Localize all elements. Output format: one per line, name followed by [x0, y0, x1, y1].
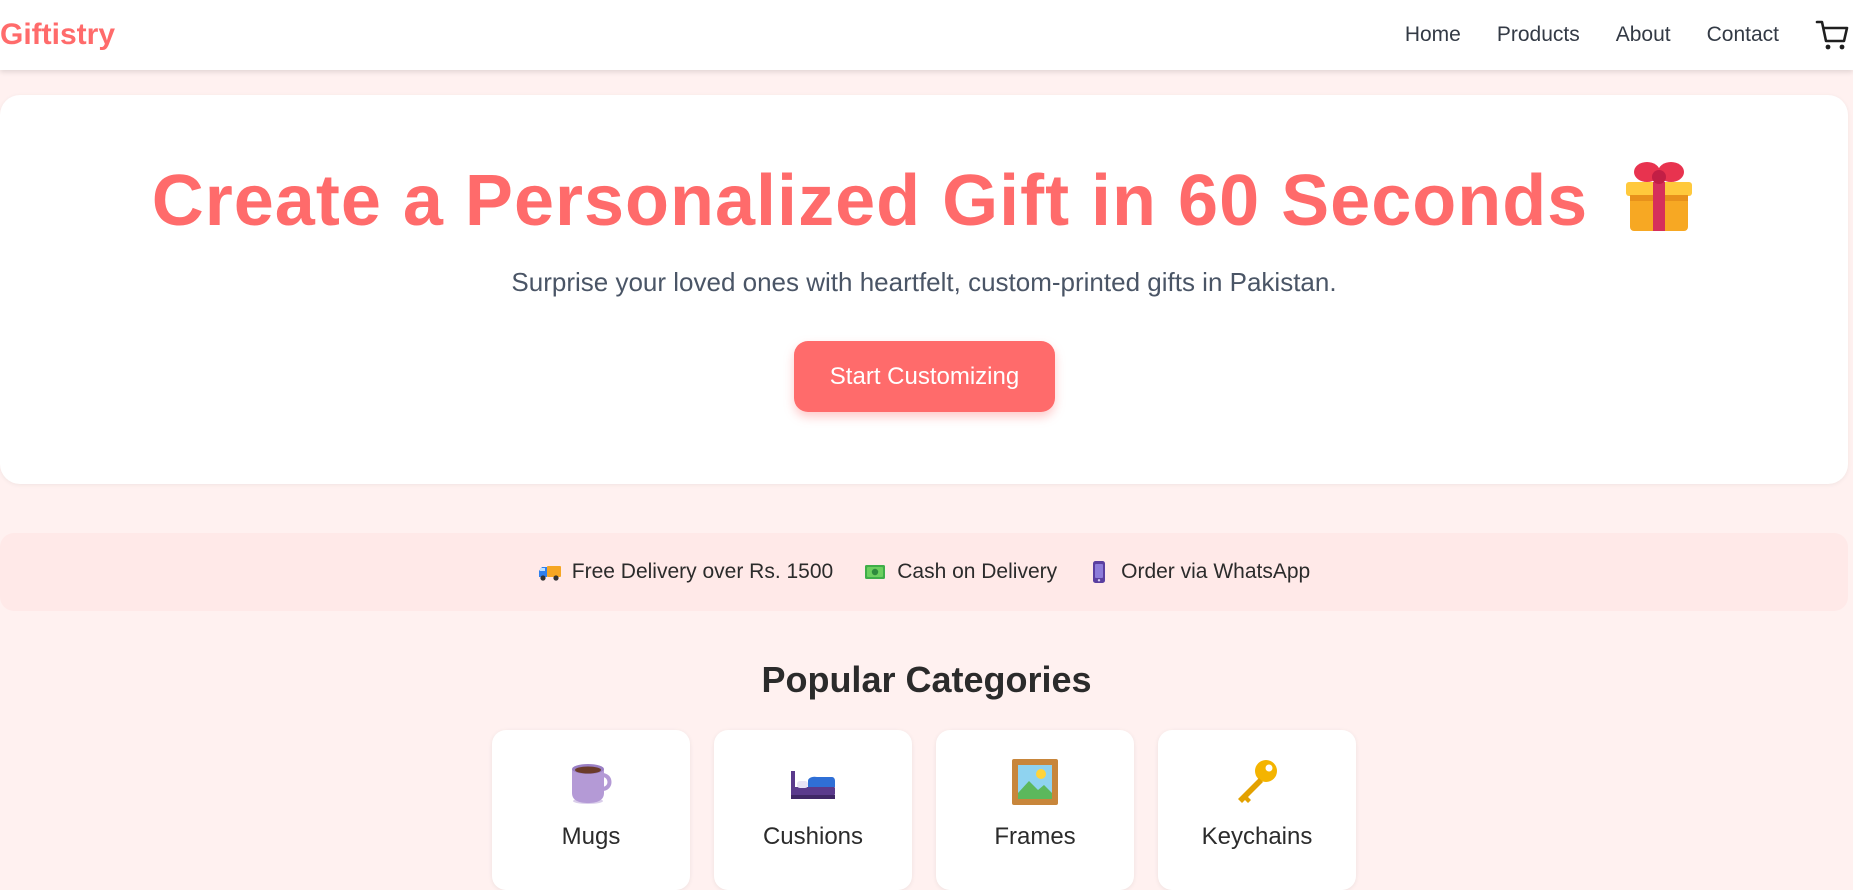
- category-card-keychains[interactable]: Keychains: [1158, 730, 1356, 890]
- category-card-cushions[interactable]: Cushions: [714, 730, 912, 890]
- categories-grid: Mugs Cushions Frames Keychains: [492, 730, 1380, 890]
- hero-title: Create a Personalized Gift in 60 Seconds: [0, 160, 1848, 242]
- start-customizing-button[interactable]: Start Customizing: [794, 341, 1055, 412]
- category-label: Cushions: [762, 823, 864, 850]
- brand-logo[interactable]: Giftistry: [0, 18, 115, 52]
- main-nav: Home Products About Contact: [1405, 17, 1853, 53]
- benefit-label: Free Delivery over Rs. 1500: [571, 560, 834, 583]
- cash-icon: [865, 565, 886, 579]
- benefit-whatsapp-order: Order via WhatsApp: [1087, 560, 1310, 584]
- benefit-label: Cash on Delivery: [897, 560, 1058, 583]
- nav-link-contact[interactable]: Contact: [1707, 23, 1779, 47]
- site-header: Giftistry Home Products About Contact: [0, 0, 1853, 70]
- delivery-truck-icon: [538, 566, 561, 581]
- mug-icon: [572, 764, 612, 804]
- gift-icon: [1626, 162, 1693, 231]
- category-card-frames[interactable]: Frames: [936, 730, 1134, 890]
- nav-link-about[interactable]: About: [1616, 23, 1671, 47]
- hero-section: Create a Personalized Gift in 60 Seconds…: [0, 95, 1848, 484]
- popular-categories-title: Popular Categories: [761, 659, 1092, 700]
- category-label: Keychains: [1201, 823, 1313, 850]
- category-card-mugs[interactable]: Mugs: [492, 730, 690, 890]
- cart-button[interactable]: [1815, 17, 1851, 53]
- category-label: Frames: [994, 823, 1076, 850]
- category-label: Mugs: [561, 823, 621, 850]
- nav-link-products[interactable]: Products: [1497, 23, 1580, 47]
- picture-frame-icon: [1012, 759, 1058, 805]
- nav-link-home[interactable]: Home: [1405, 23, 1461, 47]
- hero-title-text: Create a Personalized Gift in 60 Seconds: [151, 161, 1589, 241]
- benefit-cash-on-delivery: Cash on Delivery: [863, 560, 1057, 584]
- key-icon: [1238, 760, 1277, 803]
- hero-subtitle: Surprise your loved ones with heartfelt,…: [511, 267, 1337, 297]
- cart-icon: [1815, 20, 1849, 50]
- phone-icon: [1093, 561, 1106, 583]
- benefit-free-delivery: Free Delivery over Rs. 1500: [538, 560, 833, 584]
- cushion-bed-icon: [791, 771, 835, 799]
- benefits-strip: Free Delivery over Rs. 1500 Cash on Deli…: [0, 533, 1848, 611]
- benefit-label: Order via WhatsApp: [1121, 560, 1311, 583]
